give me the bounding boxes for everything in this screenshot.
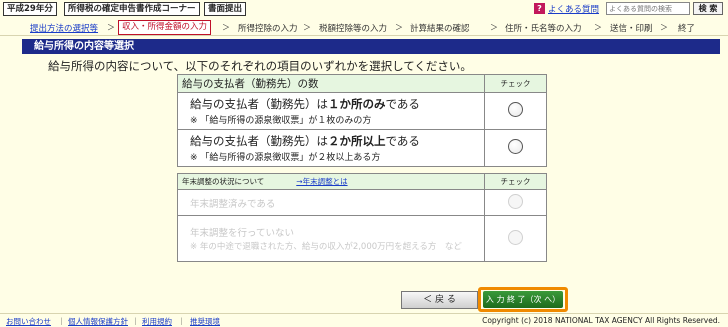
option-text-end: である	[385, 97, 420, 111]
option-text: 年末調整済みである	[190, 198, 276, 210]
footer-separator: ｜	[58, 317, 66, 326]
radio-cell	[484, 92, 547, 130]
copyright-text: Copyright (c) 2018 NATIONAL TAX AGENCY A…	[482, 316, 720, 325]
step-submission-method[interactable]: 提出方法の選択等	[30, 22, 98, 34]
option-not-adjusted: 年末調整を行っていない ※ 年の中途で退職された方、給与の収入が2,000万円を…	[177, 215, 485, 262]
step-separator: ＞	[594, 23, 602, 32]
footer: お問い合わせ ｜ 個人情報保護方針 ｜ 利用規約 ｜ 推奨環境 Copyrigh…	[0, 313, 728, 327]
step-finish: 終了	[678, 24, 696, 34]
single-employer-radio[interactable]	[508, 102, 523, 117]
option-text: 給与の支払者（勤務先）は	[190, 134, 328, 148]
step-deduction-input: 所得控除の入力	[238, 24, 298, 34]
footer-separator: ｜	[178, 317, 186, 326]
option-adjusted: 年末調整済みである	[177, 189, 485, 216]
not-adjusted-radio[interactable]	[508, 229, 523, 245]
option-text: 年末調整を行っていない	[190, 228, 295, 239]
footer-link-contact[interactable]: お問い合わせ	[6, 316, 51, 327]
adjusted-radio[interactable]	[508, 193, 523, 209]
corner-tag: 所得税の確定申告書作成コーナー	[64, 2, 200, 16]
option-emphasis: ２か所以上	[328, 134, 386, 148]
page-title: 給与所得の内容等選択	[22, 39, 720, 54]
instruction-text: 給与所得の内容について、以下のそれぞれの項目のいずれかを選択してください。	[48, 59, 472, 73]
year-end-adjustment-question: 年末調整の状況について →年末調整とは チェック 年末調整済みである 年末調整を行…	[177, 173, 547, 262]
back-button[interactable]: ＜ 戻 る	[401, 291, 478, 309]
print-tag: 書面提出	[204, 2, 247, 16]
search-button[interactable]: 検 索	[693, 2, 723, 15]
footer-link-privacy[interactable]: 個人情報保護方針	[68, 316, 128, 327]
top-bar: 平成29年分 所得税の確定申告書作成コーナー 書面提出 ? よくある質問 検 索	[0, 0, 728, 18]
year-end-adjustment-help-link[interactable]: →年末調整とは	[296, 177, 347, 186]
faq-search-input[interactable]	[606, 2, 690, 15]
radio-cell	[484, 215, 547, 262]
employer-count-question: 給与の支払者（勤務先）の数 チェック 給与の支払者（勤務先）は１か所のみである …	[177, 74, 547, 167]
footer-separator: ｜	[132, 317, 140, 326]
step-separator: ＞	[303, 23, 311, 32]
option-single-employer: 給与の支払者（勤務先）は１か所のみである ※ 「給与所得の源泉徴収票」が１枚のみ…	[177, 92, 485, 130]
progress-steps: 提出方法の選択等 ＞ 収入・所得金額の入力 ＞ 所得控除の入力 ＞ 税額控除等の…	[0, 19, 728, 36]
footer-link-terms[interactable]: 利用規約	[142, 316, 172, 327]
year-end-adjustment-header: 年末調整の状況について →年末調整とは	[177, 173, 485, 190]
step-tax-credit-input: 税額控除等の入力	[319, 24, 388, 34]
faq-link[interactable]: よくある質問	[548, 3, 599, 15]
step-separator: ＞	[107, 23, 115, 32]
step-income-input-current: 収入・所得金額の入力	[118, 20, 212, 35]
radio-cell	[484, 129, 547, 167]
step-separator: ＞	[660, 23, 668, 32]
help-question-icon[interactable]: ?	[534, 3, 545, 14]
option-text-end: である	[385, 134, 420, 148]
option-multiple-employers: 給与の支払者（勤務先）は２か所以上である ※ 「給与所得の源泉徴収票」が２枚以上…	[177, 129, 485, 167]
next-button[interactable]: 入 力 終 了（次 へ）＞	[483, 291, 563, 321]
next-button-highlight: 入 力 終 了（次 へ）＞	[478, 287, 568, 321]
check-column-header: チェック	[484, 74, 547, 93]
step-result-check: 計算結果の確認	[410, 24, 470, 34]
multiple-employers-radio[interactable]	[508, 139, 523, 154]
employer-count-header: 給与の支払者（勤務先）の数	[177, 74, 485, 93]
year-end-adjustment-header-text: 年末調整の状況について	[182, 177, 265, 186]
radio-cell	[484, 189, 547, 216]
option-note: ※ 「給与所得の源泉徴収票」が１枚のみの方	[190, 116, 372, 126]
check-column-header: チェック	[484, 173, 547, 190]
step-separator: ＞	[222, 23, 230, 32]
step-send-print: 送信・印刷	[610, 24, 653, 34]
option-emphasis: １か所のみ	[328, 97, 386, 111]
step-separator: ＞	[395, 23, 403, 32]
step-separator: ＞	[490, 23, 498, 32]
step-address-name-input: 住所・氏名等の入力	[505, 24, 582, 34]
option-text: 給与の支払者（勤務先）は	[190, 97, 328, 111]
option-note: ※ 「給与所得の源泉徴収票」が２枚以上ある方	[190, 153, 381, 163]
option-note: ※ 年の中途で退職された方、給与の収入が2,000万円を超える方 など	[190, 242, 462, 252]
year-tag: 平成29年分	[3, 2, 57, 16]
footer-link-environment[interactable]: 推奨環境	[190, 316, 220, 327]
